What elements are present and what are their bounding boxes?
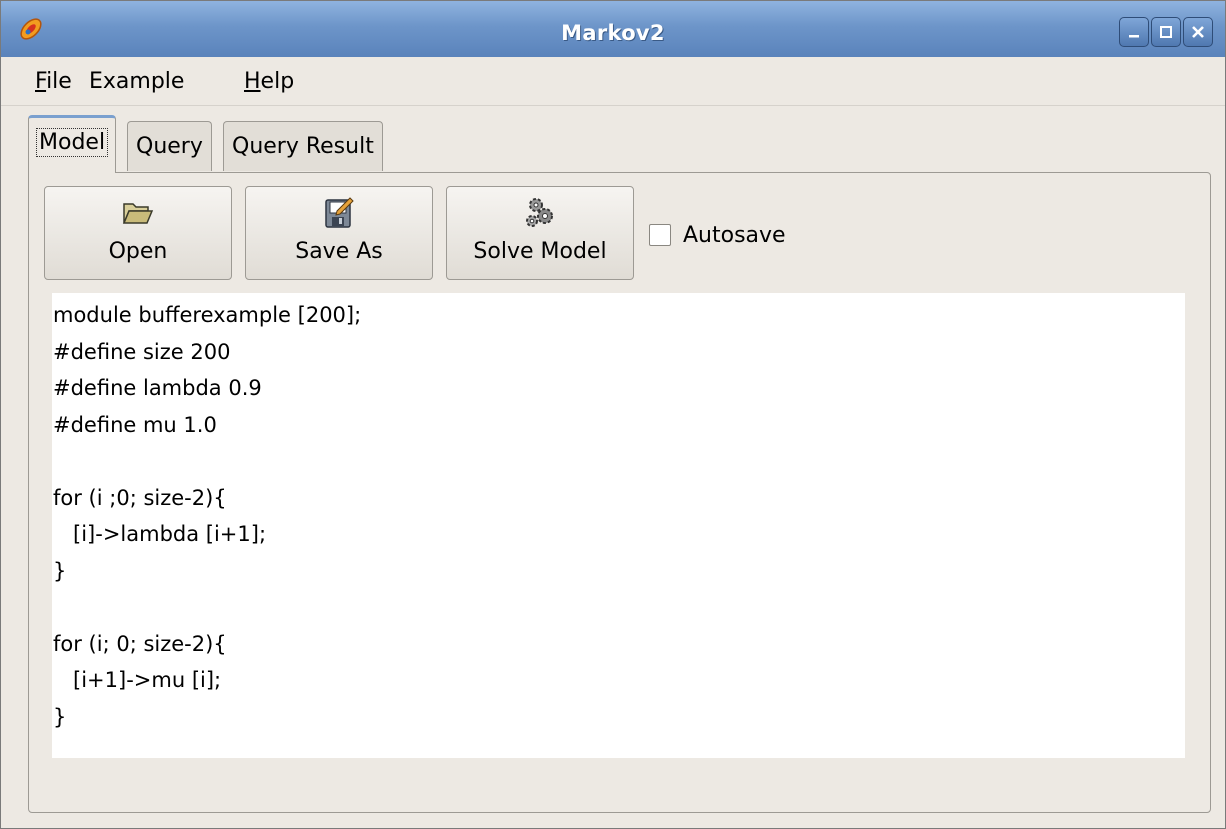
- folder-open-icon: [122, 203, 154, 224]
- window-title: Markov2: [561, 21, 665, 45]
- code-line: #define mu 1.0: [53, 412, 217, 437]
- code-line: for (i ;0; size-2){: [53, 485, 227, 510]
- open-button[interactable]: Open: [44, 186, 232, 280]
- autosave-label: Autosave: [683, 222, 786, 248]
- solve-model-button-label: Solve Model: [473, 239, 607, 264]
- tab-query-label: Query: [136, 134, 203, 159]
- solve-model-button[interactable]: Solve Model: [446, 186, 634, 280]
- tab-model[interactable]: Model: [28, 115, 117, 173]
- code-line: module bufferexample [200];: [53, 303, 362, 327]
- close-icon: [1192, 26, 1204, 38]
- model-text-editor[interactable]: module bufferexample [200]; #define size …: [52, 293, 1185, 758]
- code-line: [i+1]->mu [i];: [53, 668, 222, 692]
- tab-query[interactable]: Query: [127, 121, 212, 171]
- tab-query-result-label: Query Result: [232, 134, 374, 159]
- minimize-icon: [1129, 35, 1139, 38]
- code-line: #define lambda 0.9: [53, 376, 262, 400]
- autosave-toggle[interactable]: Autosave: [649, 221, 786, 249]
- menu-file-mnemonic: F: [35, 69, 47, 94]
- menu-help[interactable]: Help: [244, 57, 294, 105]
- gears-icon: [526, 198, 553, 227]
- open-button-label: Open: [108, 239, 168, 264]
- menu-help-mnemonic: H: [244, 69, 261, 94]
- save-as-button-label: Save As: [295, 239, 383, 264]
- code-line: for (i; 0; size-2){: [53, 631, 227, 656]
- code-line: }: [53, 558, 67, 583]
- menu-bar: File Example Help: [1, 57, 1225, 106]
- title-bar[interactable]: Markov2: [1, 1, 1225, 58]
- maximize-icon: [1160, 26, 1172, 38]
- code-line: #define size 200: [53, 339, 231, 364]
- maximize-button[interactable]: [1151, 17, 1181, 47]
- menu-example-label: Example: [89, 69, 185, 94]
- menu-example[interactable]: Example: [89, 57, 184, 105]
- minimize-button[interactable]: [1119, 17, 1149, 47]
- save-icon: [325, 197, 354, 228]
- main-window: Markov2 File Example Help Model Query Qu…: [0, 0, 1226, 829]
- autosave-checkbox[interactable]: [649, 224, 671, 246]
- tab-query-result[interactable]: Query Result: [223, 121, 383, 171]
- close-button[interactable]: [1183, 17, 1213, 47]
- code-line: [i]->lambda [i+1];: [53, 522, 267, 546]
- tab-model-label: Model: [35, 128, 109, 157]
- menu-file-label: ile: [46, 69, 72, 94]
- menu-help-label: elp: [260, 69, 295, 94]
- menu-file[interactable]: File: [35, 57, 72, 105]
- save-as-button[interactable]: Save As: [245, 186, 433, 280]
- code-line: }: [53, 704, 67, 729]
